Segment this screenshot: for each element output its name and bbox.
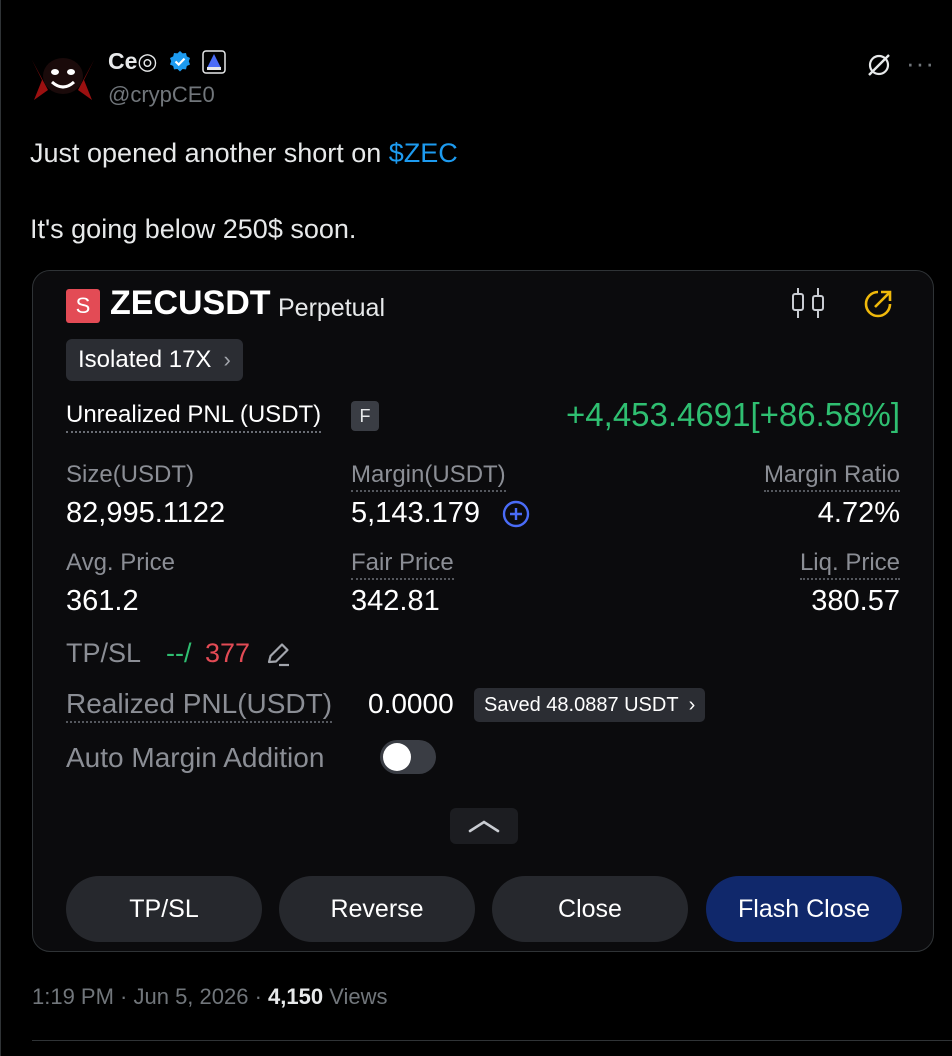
candlestick-chart-icon[interactable]	[788, 286, 828, 320]
size-label: Size(USDT)	[66, 461, 195, 488]
chevron-up-icon	[468, 820, 500, 833]
close-button[interactable]: Close	[492, 876, 688, 942]
saved-fees-label: Saved 48.0887 USDT	[484, 693, 679, 716]
fair-price-label[interactable]: Fair Price	[351, 549, 454, 580]
grok-icon[interactable]	[866, 52, 892, 78]
margin-ratio-value: 4.72%	[817, 497, 900, 529]
margin-label[interactable]: Margin(USDT)	[351, 461, 506, 492]
tweet-text: Just opened another short on	[30, 138, 389, 168]
views-label: Views	[323, 984, 388, 1009]
cashtag-link[interactable]: $ZEC	[389, 138, 458, 168]
affiliate-badge-icon[interactable]	[202, 50, 226, 74]
add-margin-icon[interactable]	[502, 500, 530, 528]
leverage-selector[interactable]: Isolated 17X ›	[66, 339, 243, 381]
tweet-text-line2: It's going below 250$ soon.	[30, 214, 357, 244]
unrealized-pnl-value: +4,453.4691[+86.58%]	[566, 396, 900, 433]
short-side-badge: S	[66, 289, 100, 323]
post-time: 1:19 PM · Jun 5, 2026 ·	[32, 984, 269, 1009]
unrealized-pnl-label[interactable]: Unrealized PNL (USDT)	[66, 401, 322, 433]
contract-type: Perpetual	[278, 294, 386, 322]
margin-ratio-label[interactable]: Margin Ratio	[763, 461, 900, 492]
stop-loss-value: 377	[205, 638, 251, 668]
symbol-title: ZECUSDT	[110, 284, 271, 322]
author-name[interactable]: Ce◎	[108, 48, 157, 75]
flash-close-button[interactable]: Flash Close	[706, 876, 902, 942]
tpsl-button[interactable]: TP/SL	[66, 876, 262, 942]
views-count: 4,150	[268, 984, 324, 1009]
tpsl-label: TP/SL	[66, 638, 142, 668]
auto-margin-label: Auto Margin Addition	[66, 742, 325, 773]
edit-pencil-icon[interactable]	[264, 640, 292, 668]
verified-badge-icon	[168, 50, 192, 74]
collapse-button[interactable]	[450, 808, 518, 844]
chevron-right-icon: ›	[688, 693, 696, 716]
size-value: 82,995.1122	[66, 497, 226, 529]
timeline-border	[0, 0, 1, 1056]
avatar[interactable]	[28, 50, 98, 104]
reverse-button[interactable]: Reverse	[279, 876, 475, 942]
take-profit-value: --/	[166, 638, 192, 668]
auto-margin-toggle[interactable]	[380, 740, 436, 774]
divider	[32, 1040, 952, 1041]
toggle-knob	[383, 743, 411, 771]
chevron-right-icon: ›	[223, 347, 231, 372]
liq-price-value: 380.57	[811, 585, 900, 617]
avg-price-label: Avg. Price	[66, 549, 175, 576]
share-icon[interactable]	[860, 286, 896, 322]
avg-price-value: 361.2	[66, 585, 139, 617]
tweet-text-line1: Just opened another short on $ZEC	[30, 138, 458, 169]
more-options-icon[interactable]: ···	[906, 48, 935, 79]
tweet-timestamp[interactable]: 1:19 PM · Jun 5, 2026 · 4,150 Views	[32, 984, 388, 1010]
leverage-label: Isolated 17X	[78, 346, 212, 373]
saved-fees-pill[interactable]: Saved 48.0887 USDT ›	[474, 688, 706, 722]
f-badge[interactable]: F	[351, 401, 379, 431]
fair-price-value: 342.81	[351, 585, 440, 617]
realized-pnl-value: 0.0000	[368, 688, 454, 719]
margin-value: 5,143.179	[351, 497, 481, 529]
realized-pnl-label[interactable]: Realized PNL(USDT)	[66, 688, 333, 723]
liq-price-label[interactable]: Liq. Price	[799, 549, 900, 580]
author-handle[interactable]: @crypCE0	[108, 82, 215, 108]
